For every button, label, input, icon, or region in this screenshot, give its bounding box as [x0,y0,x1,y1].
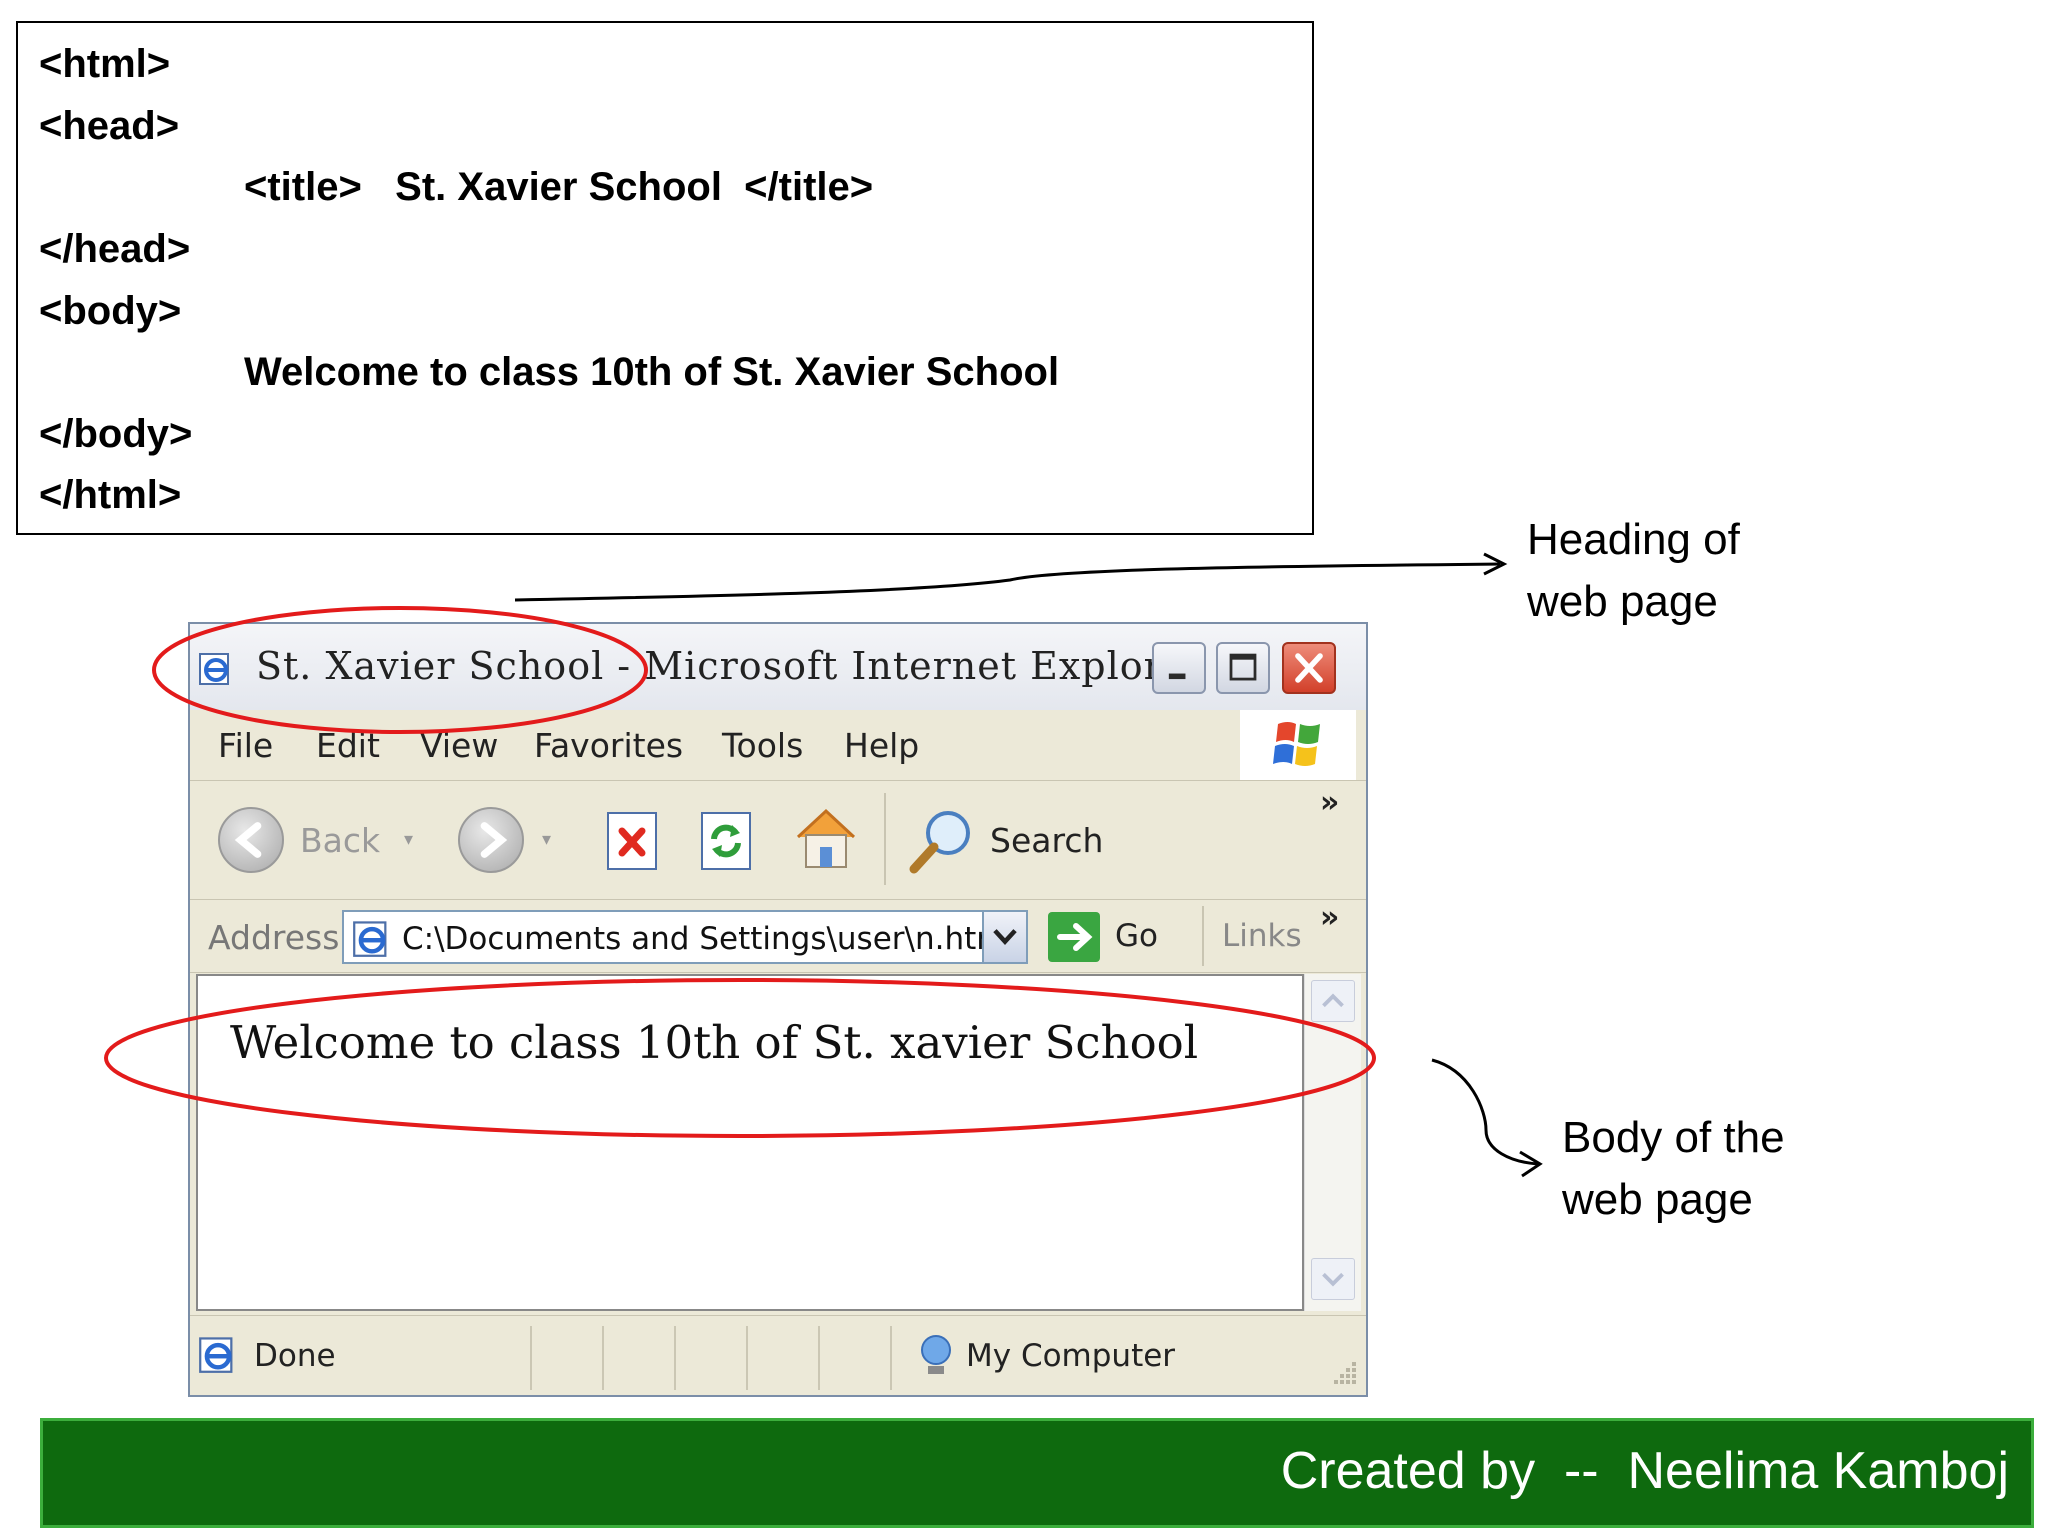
footer-banner: Created by -- Neelima Kamboj [40,1418,2034,1528]
heading-arrowhead [1483,552,1508,576]
go-button[interactable] [1048,912,1100,962]
address-label: Address [208,918,340,957]
status-divider [530,1326,532,1390]
menu-file[interactable]: File [218,726,273,765]
status-left: Done [254,1338,336,1374]
annotation-body-line2: web page [1562,1175,1753,1224]
page-content: Welcome to class 10th of St. xavier Scho… [196,974,1304,1311]
links-button[interactable]: Links [1222,918,1302,954]
windows-logo-icon [1240,710,1356,780]
code-line-html-close: </html> [39,473,182,517]
address-input[interactable]: C:\Documents and Settings\user\n.htm [342,910,1028,964]
address-bar: Address C:\Documents and Settings\user\n… [190,900,1366,973]
menu-tools[interactable]: Tools [722,726,803,765]
vertical-scrollbar[interactable] [1304,974,1361,1311]
code-line-title: <title> St. Xavier School </title> [244,165,874,209]
status-divider [602,1326,604,1390]
annotation-body-line1: Body of the [1562,1113,1785,1162]
status-divider [890,1326,892,1390]
address-dropdown[interactable] [982,910,1028,964]
menu-bar: File Edit View Favorites Tools Help [190,710,1366,781]
address-value: C:\Documents and Settings\user\n.htm [402,921,1007,957]
status-divider [818,1326,820,1390]
go-arrow-icon [1057,923,1093,951]
back-button[interactable] [218,807,284,873]
back-label[interactable]: Back [300,821,380,860]
code-line-body-close: </body> [39,412,193,456]
go-label[interactable]: Go [1115,918,1158,954]
code-line-html-open: <html> [39,42,171,86]
page-icon [353,921,387,957]
back-arrow-icon [234,822,262,858]
stop-icon[interactable] [604,809,664,873]
close-button[interactable] [1282,642,1336,694]
page-body-text: Welcome to class 10th of St. xavier Scho… [230,1016,1199,1069]
toolbar-separator [884,793,886,885]
chevron-up-icon [1322,993,1344,1008]
forward-dropdown-icon[interactable]: ▾ [542,829,551,850]
refresh-icon[interactable] [698,809,758,873]
scroll-up-button[interactable] [1311,980,1355,1022]
links-overflow-icon[interactable]: » [1320,900,1339,935]
my-computer-icon [921,1335,951,1374]
menu-favorites[interactable]: Favorites [534,726,683,765]
home-icon[interactable] [790,803,862,875]
browser-window: St. Xavier School - Microsoft Internet E… [188,622,1368,1397]
menu-help[interactable]: Help [844,726,919,765]
code-line-head-open: <head> [39,104,180,148]
forward-arrow-icon [480,822,508,858]
close-icon [1295,653,1323,683]
menu-view[interactable]: View [420,726,498,765]
status-divider [746,1326,748,1390]
code-line-body-open: <body> [39,289,182,333]
minimize-button[interactable] [1152,642,1206,694]
chevron-down-icon [993,929,1017,945]
menu-edit[interactable]: Edit [316,726,380,765]
annotation-heading-line1: Heading of [1527,515,1740,564]
ie-icon [199,653,229,685]
body-arrow [1431,1058,1539,1166]
status-divider [674,1326,676,1390]
address-separator [1202,906,1204,966]
scroll-down-button[interactable] [1311,1258,1355,1300]
chevron-down-icon [1322,1272,1344,1287]
status-right: My Computer [966,1338,1176,1374]
body-arrowhead [1519,1150,1543,1178]
maximize-icon [1229,653,1257,681]
footer-credit: Created by -- Neelima Kamboj [1280,1442,2009,1500]
title-bar[interactable]: St. Xavier School - Microsoft Internet E… [190,624,1366,711]
code-box: <html> <head> <title> St. Xavier School … [16,21,1314,535]
maximize-button[interactable] [1216,642,1270,694]
done-page-icon [199,1337,233,1373]
code-line-body-text: Welcome to class 10th of St. Xavier Scho… [244,350,1060,394]
toolbar-overflow-icon[interactable]: » [1320,785,1339,820]
status-bar: Done My Computer [190,1315,1366,1395]
window-title: St. Xavier School - Microsoft Internet E… [256,644,1206,688]
resize-grip-icon[interactable] [1326,1356,1360,1390]
search-icon[interactable] [904,803,978,877]
forward-button[interactable] [458,807,524,873]
back-dropdown-icon[interactable]: ▾ [404,829,413,850]
code-line-head-close: </head> [39,227,191,271]
heading-arrow [514,562,1501,602]
annotation-heading-line2: web page [1527,577,1718,626]
standard-toolbar: Back ▾ ▾ Search » [190,781,1366,900]
minimize-icon [1168,673,1186,680]
search-button[interactable]: Search [990,821,1103,860]
